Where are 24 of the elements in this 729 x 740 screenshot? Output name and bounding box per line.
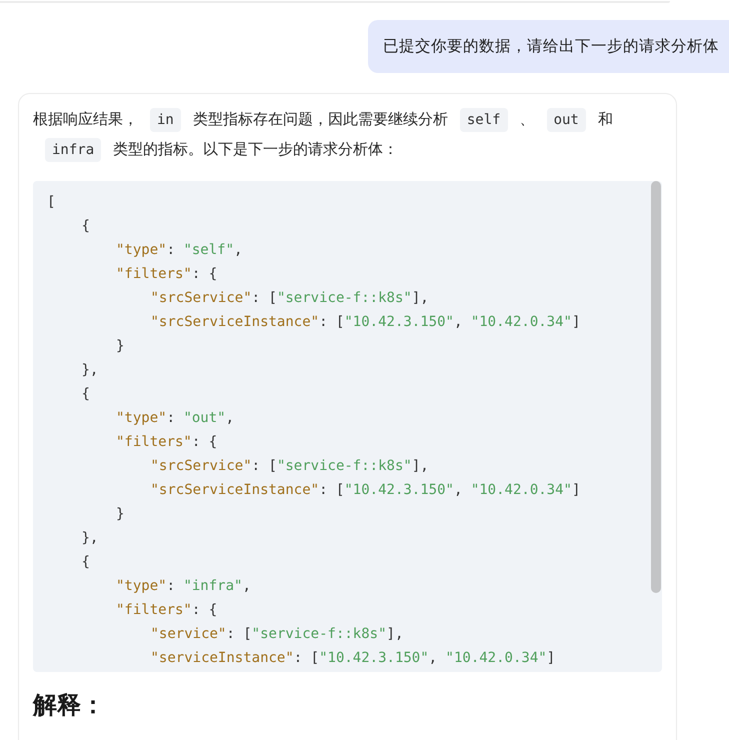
code-line: "type": "infra",	[116, 577, 251, 596]
answer-paragraph: 根据响应结果， in 类型指标存在问题，因此需要继续分析 self 、 out 和 infra 类型的指标。以下是下一步的请求分析体：	[33, 105, 662, 165]
scrollbar-thumb[interactable]	[651, 181, 661, 594]
code-line: "srcService": ["service-f::k8s"],	[150, 457, 429, 476]
code-line: "serviceInstance": ["10.42.3.150", "10.42.0.34"]	[150, 649, 556, 668]
code-line: {	[82, 385, 90, 404]
user-message: 已提交你要的数据，请给出下一步的请求分析体	[368, 20, 729, 73]
code-line: "filters": {	[116, 265, 218, 284]
code-line: {	[82, 217, 90, 236]
code-line: "type": "out",	[116, 409, 234, 428]
section-heading: 解释：	[33, 691, 106, 721]
code-line: "srcServiceInstance": ["10.42.3.150", "10.42.0.34"]	[150, 481, 580, 500]
code-line: "srcServiceInstance": ["10.42.3.150", "10.42.0.34"]	[150, 313, 580, 332]
code-line: "filters": {	[116, 601, 218, 620]
code-line: {	[82, 553, 90, 572]
code-line: },	[82, 529, 98, 548]
code-line: [	[47, 193, 56, 212]
code-line: "srcService": ["service-f::k8s"],	[150, 289, 429, 308]
code-line: }	[116, 337, 124, 356]
code-line: "filters": {	[116, 433, 218, 452]
code-line: "service": ["service-f::k8s"],	[150, 625, 404, 644]
code-line: "type": "self",	[116, 241, 242, 260]
code-line: }	[116, 505, 124, 524]
code-line: },	[82, 361, 98, 380]
